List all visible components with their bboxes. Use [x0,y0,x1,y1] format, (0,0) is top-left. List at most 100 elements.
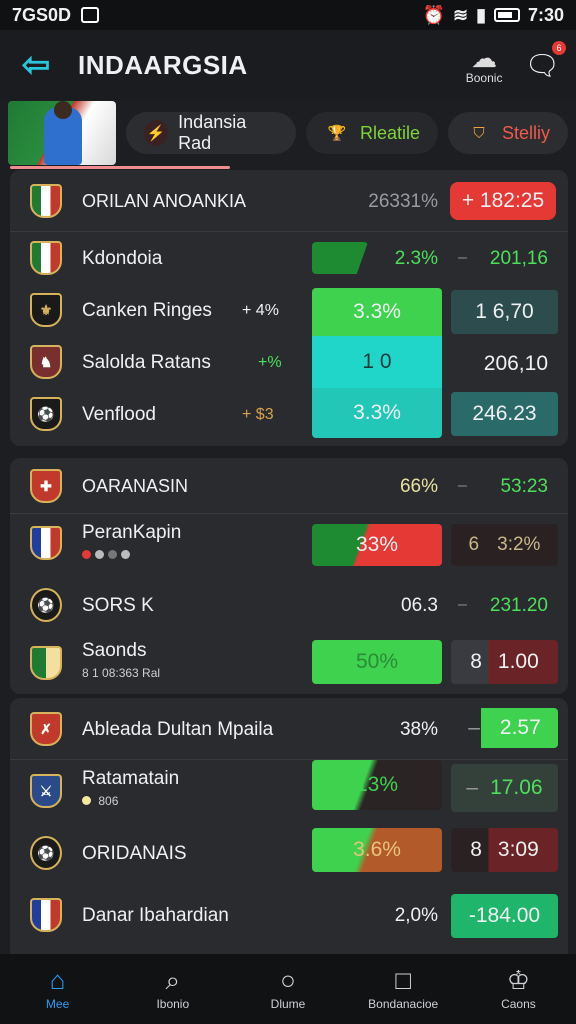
team-row[interactable]: PeranKapin 33% 6 3:2% [10,514,568,576]
form-indicator [82,548,130,562]
square-icon: □ [395,965,412,995]
team-name: Kdondoia [82,248,163,269]
odds-box[interactable]: 33% [312,524,442,566]
team-row[interactable]: Danar Ibahardian 2,0% -184.00 [10,884,568,946]
team-crest-icon: ⚽ [30,397,62,431]
nav-tab-4[interactable]: ♔ Caons [461,954,576,1024]
trophy-icon: 🏆 [327,125,347,142]
odds-box[interactable]: 3.6% [312,828,442,872]
value-box[interactable]: – 17.06 [451,764,558,812]
value-prefix: 8 [470,650,482,673]
team-crest-icon: ⚽ [30,588,62,622]
team-row[interactable]: Kdondoia 2.3% – 201,16 [10,232,568,284]
value-box[interactable]: 6 3:2% [451,524,558,566]
nav-tab-1[interactable]: ⌕ Ibonio [115,954,230,1024]
league-card-2: ✚ OARANASIN 66% – 53:23 PeranKapin 33% 6… [10,458,568,694]
team-name: Ableada Dultan Mpaila [82,719,274,740]
filter-chip-1[interactable]: 🏆 Rleatile [305,112,438,154]
nav-tab-3[interactable]: □ Bondanacioe [346,954,461,1024]
team-name: Danar Ibahardian [82,905,229,926]
status-bar: 7GS0D ⏰ ≋ ▮ 7:30 [0,0,576,30]
team-value: 201,16 [489,248,548,269]
nav-label: Ibonio [156,997,190,1011]
league-header[interactable]: ✚ OARANASIN 66% – 53:23 [10,458,568,514]
team-change: +% [258,354,282,371]
odds-box[interactable]: 13% [312,760,442,810]
notification-badge: 6 [552,40,566,55]
value-box[interactable]: – 2.57 [451,708,558,748]
team-crest-icon [30,898,62,932]
league-crest-icon: ✚ [30,469,62,503]
team-row[interactable]: ⚽ ORIDANAIS 3.6% 8 3:09 [10,822,568,884]
team-row[interactable]: ♞ Salolda Ratans +% 1 0 206,10 [10,336,568,388]
value-box[interactable]: 1 6,70 [451,290,558,334]
team-percent: 2,0% [394,905,438,926]
value-box[interactable]: 8 3:09 [451,828,558,872]
team-row[interactable]: ✗ Ableada Dultan Mpaila 38% – 2.57 [10,698,568,760]
team-value: 17.06 [490,776,543,799]
team-value: 206,10 [483,352,548,375]
notification-button[interactable]: 🗨 6 [524,40,566,82]
match-thumbnail[interactable] [8,101,116,165]
team-row[interactable]: ⚜ Canken Ringes + 4% 3.3% 1 6,70 [10,284,568,336]
nav-label: Dlume [270,997,306,1011]
league-name: OARANASIN [82,476,189,496]
league-header[interactable]: ORILAN ANOANKIA 26331% + 182:25 [10,170,568,232]
nav-label: Bondanacioe [368,997,439,1011]
team-row[interactable]: ⚽ Venflood + $3 3.3% 246.23 [10,388,568,440]
back-arrow-icon[interactable]: ⇦ [16,45,56,85]
nav-tab-2[interactable]: ○ Dlume [230,954,345,1024]
odds-box[interactable]: 3.3% [312,388,442,438]
separator: – [466,776,479,799]
match-info-text: 806 [98,794,119,808]
filter-chip-2[interactable]: ⛉ Stelliy [447,112,568,154]
nav-label: Caons [501,997,536,1011]
team-crest-icon: ✗ [30,712,62,746]
odds-box[interactable]: 50% [312,640,442,684]
league-value-badge[interactable]: + 182:25 [450,182,556,220]
cloud-icon: ☁ [471,43,498,73]
value-box[interactable]: -184.00 [451,894,558,938]
filter-chip-label: Rleatile [359,122,420,143]
team-value: 3:09 [497,838,539,861]
team-value: 3:2% [497,534,541,555]
app-notification-icon [81,7,100,23]
home-icon: ⌂ [49,965,66,995]
player-head [54,101,72,119]
page-title: INDAARGSIA [78,49,248,80]
trophy-icon: ♔ [506,965,531,995]
header-action-button[interactable]: ☁ Boonic [466,45,503,85]
status-time-left: 7GS0D [12,4,72,25]
app-header: ⇦ INDAARGSIA ☁ Boonic 🗨 6 [0,30,576,100]
team-crest-icon [30,526,62,560]
team-value: 231.20 [489,595,548,616]
match-info: 806 [82,794,118,808]
lightning-icon: ⚡ [143,120,169,146]
filter-chip-0[interactable]: ⚡ Indansia Rad [125,112,296,154]
match-info: 8 1 08:363 Ral [82,666,161,680]
team-name: SORS K [82,595,154,616]
team-percent: 06.3 [401,595,438,616]
team-crest-icon: ⚜ [30,293,62,327]
team-crest-icon: ♞ [30,345,62,379]
team-name: Ratamatain [82,768,180,789]
odds-box[interactable]: 1 0 [312,336,442,388]
team-crest-icon: ⚔ [30,774,62,808]
value-box[interactable]: 8 1.00 [451,640,558,684]
circle-icon: ○ [280,965,296,995]
separator: – [458,596,467,613]
nav-tab-0[interactable]: ⌂ Mee [0,954,115,1024]
team-value: 2.57 [499,716,541,739]
alarm-icon: ⏰ [422,4,445,25]
shield-icon: ⛉ [473,124,485,142]
nav-label: Mee [45,997,70,1011]
team-percent: 2.3% [394,248,438,269]
odds-box[interactable]: 3.3% [312,288,442,336]
value-box[interactable]: 246.23 [451,392,558,436]
team-row[interactable]: ⚔ Ratamatain 806 13% – 17.06 [10,760,568,822]
league-name: ORILAN ANOANKIA [82,191,247,211]
team-name: Venflood [82,404,156,425]
team-name: PeranKapin [82,522,182,543]
team-row[interactable]: Saonds 8 1 08:363 Ral 50% 8 1.00 [10,634,568,694]
team-row[interactable]: ⚽ SORS K 06.3 – 231.20 [10,576,568,634]
